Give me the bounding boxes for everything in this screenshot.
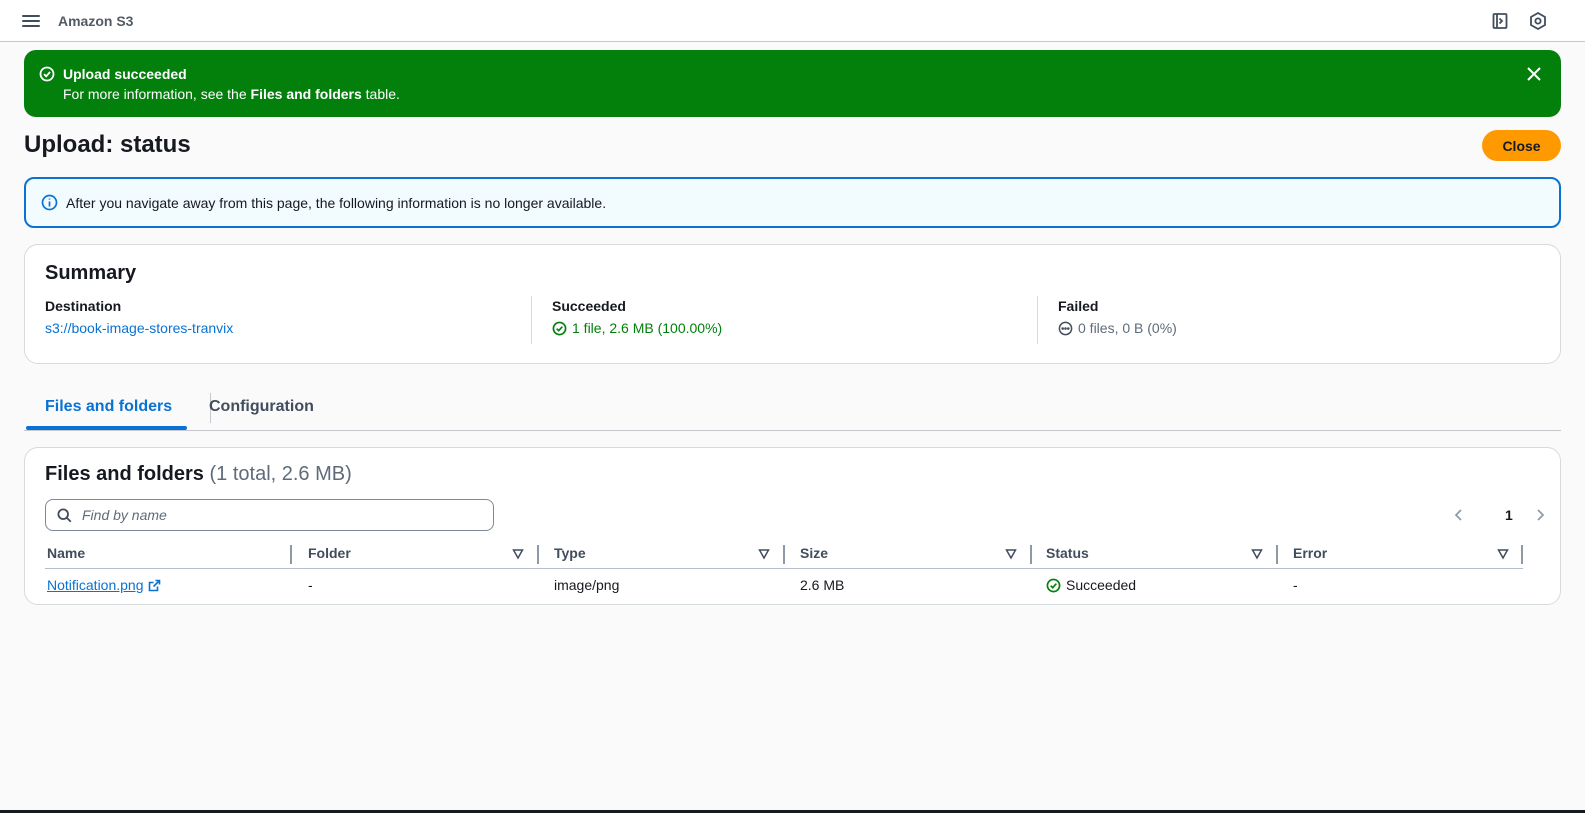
top-navigation: Amazon S3 <box>0 0 1585 42</box>
upload-success-flash: Upload succeeded For more information, s… <box>24 50 1561 117</box>
flash-title: Upload succeeded <box>63 66 187 82</box>
hamburger-menu-icon[interactable] <box>22 12 40 30</box>
success-check-icon <box>1046 578 1061 592</box>
sort-triangle-icon[interactable] <box>758 548 770 560</box>
column-header-size[interactable]: Size <box>800 545 828 567</box>
column-resizer[interactable] <box>1276 545 1278 564</box>
files-count: (1 total, 2.6 MB) <box>209 463 352 485</box>
external-link-icon[interactable] <box>148 579 161 592</box>
tab-configuration[interactable]: Configuration <box>209 398 314 416</box>
settings-hex-icon[interactable] <box>1528 11 1548 31</box>
table-row-size-cell: 2.6 MB <box>800 577 845 593</box>
flash-body-bold: Files and folders <box>250 86 362 102</box>
table-row-name-cell: Notification.png <box>47 577 161 593</box>
chevron-left-icon[interactable] <box>1451 507 1467 523</box>
notepad-icon[interactable] <box>1490 11 1510 31</box>
files-title-text: Files and folders <box>45 463 204 485</box>
info-alert-text: After you navigate away from this page, … <box>66 195 607 211</box>
failed-label: Failed <box>1058 298 1099 314</box>
file-link[interactable]: Notification.png <box>47 577 161 593</box>
status-text: Succeeded <box>1066 577 1137 593</box>
destination-link[interactable]: s3://book-image-stores-tranvix <box>45 320 233 336</box>
column-header-name[interactable]: Name <box>47 545 85 567</box>
info-icon <box>41 194 58 211</box>
summary-title: Summary <box>45 262 137 284</box>
failed-value: 0 files, 0 B (0%) <box>1078 320 1177 336</box>
search-field <box>45 499 494 531</box>
sort-triangle-icon[interactable] <box>1497 548 1509 560</box>
summary-divider <box>1037 296 1038 344</box>
destination-label: Destination <box>45 298 122 314</box>
pagination: 1 <box>1450 505 1550 525</box>
column-resizer[interactable] <box>1030 545 1032 564</box>
column-resizer[interactable] <box>1521 545 1523 564</box>
column-resizer[interactable] <box>290 545 292 564</box>
file-name[interactable]: Notification.png <box>47 577 144 593</box>
column-header-type[interactable]: Type <box>554 545 586 567</box>
summary-divider <box>531 296 532 344</box>
chevron-right-icon[interactable] <box>1532 507 1548 523</box>
close-icon[interactable] <box>1525 65 1543 83</box>
pending-circle-icon <box>1058 321 1073 335</box>
tab-list: Files and folders Configuration <box>24 388 1561 431</box>
sort-triangle-icon[interactable] <box>512 548 524 560</box>
sort-triangle-icon[interactable] <box>1005 548 1017 560</box>
files-title: Files and folders (1 total, 2.6 MB) <box>45 463 352 486</box>
close-button[interactable]: Close <box>1482 130 1561 161</box>
check-circle-icon <box>39 66 55 82</box>
search-input[interactable] <box>82 505 482 525</box>
succeeded-value: 1 file, 2.6 MB (100.00%) <box>572 320 723 336</box>
flash-body: For more information, see the Files and … <box>63 86 400 102</box>
column-resizer[interactable] <box>783 545 785 564</box>
page-title: Upload: status <box>24 131 191 158</box>
failed-column: Failed 0 files, 0 B (0%) <box>1058 298 1177 348</box>
info-alert: After you navigate away from this page, … <box>24 177 1561 228</box>
flash-body-suffix: table. <box>361 86 400 102</box>
sort-triangle-icon[interactable] <box>1251 548 1263 560</box>
page-number[interactable]: 1 <box>1505 507 1513 523</box>
active-tab-indicator <box>26 426 187 430</box>
column-header-error[interactable]: Error <box>1293 545 1327 567</box>
column-header-status[interactable]: Status <box>1046 545 1089 567</box>
destination-column: Destination s3://book-image-stores-tranv… <box>45 298 233 348</box>
summary-container: Summary Destination s3://book-image-stor… <box>24 244 1561 364</box>
table-row-status-cell: Succeeded <box>1046 577 1136 593</box>
tab-files-and-folders[interactable]: Files and folders <box>45 398 172 416</box>
service-name: Amazon S3 <box>58 13 134 29</box>
search-icon <box>57 508 72 523</box>
flash-body-prefix: For more information, see the <box>63 86 251 102</box>
column-header-folder[interactable]: Folder <box>308 545 351 567</box>
column-resizer[interactable] <box>537 545 539 564</box>
table-row-error-cell: - <box>1293 577 1298 593</box>
table-header-divider <box>45 568 1523 569</box>
success-check-icon <box>552 321 567 335</box>
table-row-type-cell: image/png <box>554 577 620 593</box>
table-row-folder-cell: - <box>308 577 313 593</box>
succeeded-label: Succeeded <box>552 298 626 314</box>
succeeded-column: Succeeded 1 file, 2.6 MB (100.00%) <box>552 298 722 348</box>
files-table-container: Files and folders (1 total, 2.6 MB) 1 Na… <box>24 447 1561 605</box>
